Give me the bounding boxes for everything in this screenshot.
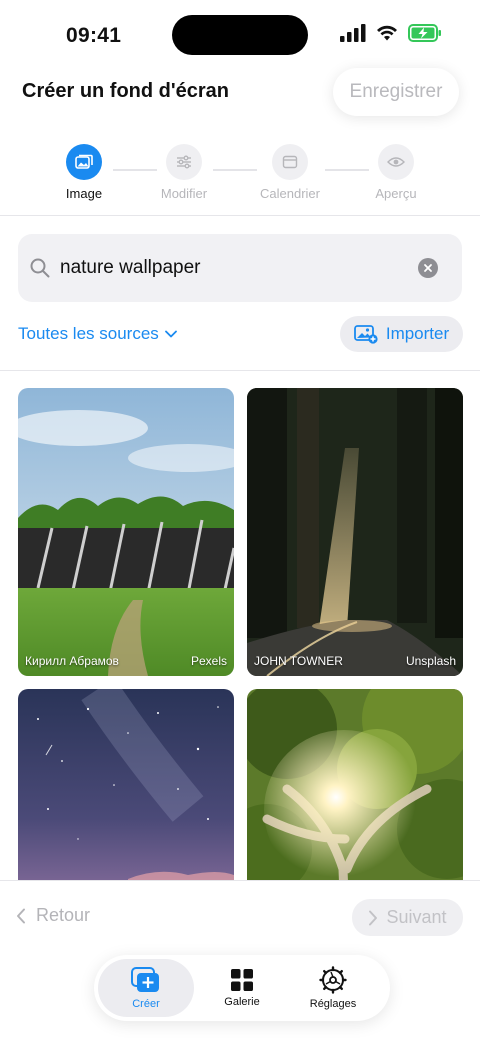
settings-gear-icon bbox=[319, 966, 347, 994]
next-button[interactable]: Suivant bbox=[352, 899, 463, 936]
back-label: Retour bbox=[36, 905, 91, 925]
chevron-left-icon bbox=[17, 908, 25, 923]
divider bbox=[0, 215, 480, 216]
page-title: Créer un fond d'écran bbox=[22, 80, 230, 102]
step-modify[interactable]: Modifier bbox=[134, 144, 234, 201]
divider bbox=[0, 370, 480, 371]
image-results-grid: Кирилл Абрамов Pexels JOHN TOWNER Unspla… bbox=[0, 388, 480, 880]
status-time: 09:41 bbox=[66, 24, 122, 47]
step-label: Aperçu bbox=[375, 186, 417, 201]
tab-gallery[interactable]: Galerie bbox=[202, 959, 282, 1017]
tab-bar: Créer Galerie Réglages bbox=[94, 955, 390, 1021]
progress-stepper: Image Modifier Calendrier Aperçu bbox=[0, 144, 480, 204]
result-card[interactable]: Кирилл Абрамов Pexels bbox=[18, 388, 234, 676]
clear-search-icon[interactable] bbox=[418, 258, 438, 278]
tab-create[interactable]: Créer bbox=[98, 959, 194, 1017]
import-label: Importer bbox=[385, 324, 450, 343]
cellular-signal-icon bbox=[340, 24, 366, 42]
search-input[interactable] bbox=[60, 256, 380, 280]
step-label: Calendrier bbox=[260, 186, 320, 201]
step-label: Image bbox=[65, 186, 103, 201]
chevron-right-icon bbox=[369, 910, 378, 925]
grid-icon bbox=[231, 969, 253, 991]
calendar-icon bbox=[272, 144, 308, 180]
import-photo-icon bbox=[353, 325, 378, 344]
image-icon bbox=[66, 144, 102, 180]
photo-author: Кирилл Абрамов bbox=[25, 654, 119, 668]
search-bar[interactable] bbox=[18, 234, 462, 302]
create-plus-icon bbox=[131, 967, 159, 992]
result-card[interactable]: JOHN TOWNER Unsplash bbox=[247, 388, 463, 676]
step-label: Modifier bbox=[160, 186, 208, 201]
import-button[interactable]: Importer bbox=[340, 316, 463, 352]
tab-label: Créer bbox=[132, 998, 160, 1010]
next-label: Suivant bbox=[386, 907, 447, 927]
eye-icon bbox=[378, 144, 414, 180]
status-icons bbox=[340, 24, 442, 42]
photo-source: Unsplash bbox=[405, 654, 456, 668]
source-filter-dropdown[interactable]: Toutes les sources bbox=[18, 324, 177, 344]
wifi-icon bbox=[377, 25, 397, 41]
photo-author: JOHN TOWNER bbox=[254, 654, 343, 668]
result-card[interactable] bbox=[18, 689, 234, 880]
photo-tree-canopy-sunburst bbox=[247, 689, 463, 880]
result-card[interactable] bbox=[247, 689, 463, 880]
save-button[interactable]: Enregistrer bbox=[333, 68, 459, 116]
tab-settings[interactable]: Réglages bbox=[290, 959, 376, 1017]
photo-field-with-fence bbox=[18, 388, 234, 676]
source-filter-label: Toutes les sources bbox=[18, 324, 159, 343]
back-button[interactable]: Retour bbox=[16, 905, 90, 926]
chevron-down-icon bbox=[164, 330, 177, 338]
step-calendar[interactable]: Calendrier bbox=[240, 144, 340, 201]
tab-label: Réglages bbox=[309, 998, 357, 1010]
status-bar: 09:41 bbox=[0, 0, 480, 70]
photo-starry-sky bbox=[18, 689, 234, 880]
step-image[interactable]: Image bbox=[34, 144, 134, 201]
battery-charging-icon bbox=[408, 24, 441, 42]
dynamic-island bbox=[172, 15, 308, 55]
photo-source: Pexels bbox=[190, 654, 227, 668]
sliders-icon bbox=[166, 144, 202, 180]
footer: Retour Suivant Créer Galerie Réglages bbox=[0, 880, 480, 1043]
search-icon bbox=[30, 258, 50, 278]
photo-forest-road bbox=[247, 388, 463, 676]
tab-label: Galerie bbox=[224, 996, 260, 1008]
step-preview[interactable]: Aperçu bbox=[346, 144, 446, 201]
